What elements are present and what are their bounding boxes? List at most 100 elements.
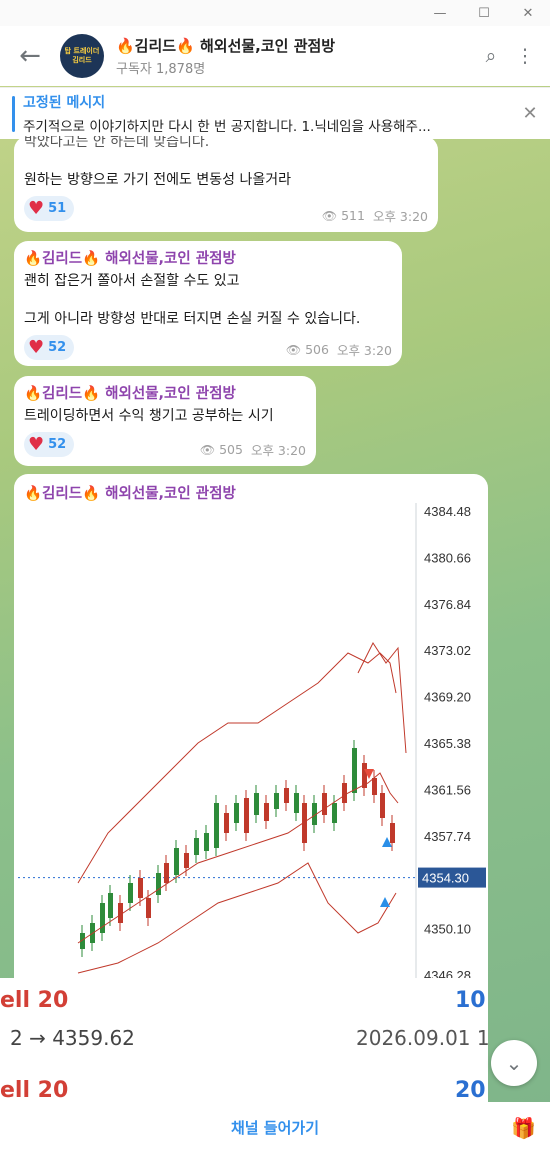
pinned-indicator bbox=[12, 95, 15, 132]
reaction-count: 52 bbox=[48, 437, 67, 452]
avatar[interactable]: 탑 트레이더 김리드 bbox=[60, 34, 104, 78]
message-line: 원하는 방향으로 가기 전에도 변동성 나올거라 bbox=[24, 172, 291, 188]
window-titlebar: — ☐ ✕ bbox=[0, 0, 550, 26]
search-icon[interactable]: ⌕ bbox=[474, 45, 508, 67]
view-count: 505 bbox=[219, 442, 243, 457]
message-meta: 👁 505 오후 3:20 bbox=[200, 440, 306, 459]
candle-body bbox=[332, 803, 337, 823]
quantity-label: 20 bbox=[455, 1078, 486, 1103]
minimize-icon[interactable]: — bbox=[418, 6, 462, 21]
candle-body bbox=[108, 893, 113, 918]
sell-label: ell 20 bbox=[0, 988, 69, 1013]
date-label: 2026.09.01 1 bbox=[356, 1026, 488, 1050]
chevron-down-icon: ⌄ bbox=[505, 1051, 523, 1075]
candle-body bbox=[184, 853, 189, 868]
message-time: 오후 3:20 bbox=[336, 343, 392, 358]
candle-body bbox=[234, 803, 239, 823]
chart-image-lower: ell 20 10 2 → 4359.62 2026.09.01 1 ell 2… bbox=[0, 978, 488, 1108]
y-tick-label: 4384.48 bbox=[424, 504, 471, 519]
heart-reaction[interactable]: ♥ 52 bbox=[24, 432, 75, 457]
back-arrow-icon[interactable]: ← bbox=[0, 41, 60, 71]
message-time: 오후 3:20 bbox=[372, 209, 428, 224]
y-tick-label: 4376.84 bbox=[424, 597, 471, 612]
candle-body bbox=[244, 798, 249, 833]
message-meta: 👁 506 오후 3:20 bbox=[286, 340, 392, 359]
heart-icon: ♥ bbox=[28, 434, 45, 455]
candle-body bbox=[156, 873, 161, 895]
chat-header: ← 탑 트레이더 김리드 🔥김리드🔥 해외선물,코인 관점방 구독자 1,878… bbox=[0, 26, 550, 86]
pinned-title: 고정된 메시지 bbox=[23, 95, 106, 111]
candle-body bbox=[204, 833, 209, 851]
chart-image[interactable]: 4384.48 4380.66 4376.84 4373.02 4369.20 4365.… bbox=[18, 503, 488, 983]
chat-title: 🔥김리드🔥 해외선물,코인 관점방 bbox=[116, 37, 336, 55]
heart-icon: ♥ bbox=[28, 337, 45, 358]
heart-reaction[interactable]: ♥ 52 bbox=[24, 335, 75, 360]
more-menu-icon[interactable]: ⋮ bbox=[508, 45, 542, 67]
message-sender[interactable]: 🔥김리드🔥 해외선물,코인 관점방 bbox=[24, 382, 306, 403]
candle-body bbox=[322, 793, 327, 815]
maximize-icon[interactable]: ☐ bbox=[462, 6, 506, 21]
middle-band bbox=[77, 772, 399, 944]
message-bubble[interactable]: 🔥김리드🔥 해외선물,코인 관점방 괜히 잡은거 쫄아서 손절할 수도 있고 그… bbox=[14, 241, 402, 366]
pinned-message[interactable]: 고정된 메시지 주기적으로 이야기하지만 다시 한 번 공지합니다. 1.닉네임… bbox=[0, 87, 550, 139]
candle-body bbox=[380, 793, 385, 818]
candle-body bbox=[294, 793, 299, 813]
heart-reaction[interactable]: ♥ 51 bbox=[24, 196, 75, 221]
message-bubble[interactable]: 박았다고는 안 하는데 맞습니다. 원하는 방향으로 가기 전에도 변동성 나올… bbox=[14, 136, 438, 232]
candle-body bbox=[224, 813, 229, 833]
y-tick-label: 4373.02 bbox=[424, 643, 471, 658]
candle-body bbox=[194, 838, 199, 855]
candle-body bbox=[390, 823, 395, 843]
candle-body bbox=[138, 878, 143, 898]
reaction-count: 52 bbox=[48, 340, 67, 355]
y-tick-label: 4380.66 bbox=[424, 550, 471, 565]
message-sender[interactable]: 🔥김리드🔥 해외선물,코인 관점방 bbox=[24, 247, 392, 268]
message-time: 오후 3:20 bbox=[250, 443, 306, 458]
gift-icon[interactable]: 🎁 bbox=[511, 1116, 536, 1140]
upper-band bbox=[77, 652, 397, 884]
candle-body bbox=[164, 863, 169, 883]
sell-label: ell 20 bbox=[0, 1078, 69, 1103]
candle-body bbox=[264, 803, 269, 821]
y-tick-label: 4365.38 bbox=[424, 736, 471, 751]
pinned-close-icon[interactable]: ✕ bbox=[510, 103, 550, 124]
spike-line bbox=[357, 641, 407, 754]
message-meta: 👁 511 오후 3:20 bbox=[322, 206, 428, 225]
candle-body bbox=[342, 783, 347, 803]
message-line: 박았다고는 안 하는데 맞습니다. bbox=[24, 136, 210, 150]
candle-body bbox=[372, 778, 377, 795]
subscriber-count: 구독자 1,878명 bbox=[116, 62, 206, 77]
view-count: 506 bbox=[305, 342, 329, 357]
buy-arrow bbox=[380, 897, 390, 907]
candlestick-chart: 4384.48 4380.66 4376.84 4373.02 4369.20 4365.… bbox=[18, 503, 486, 983]
y-tick-label: 4369.20 bbox=[424, 690, 471, 705]
views-icon: 👁 bbox=[321, 209, 338, 223]
candle-body bbox=[254, 793, 259, 815]
view-count: 511 bbox=[341, 208, 365, 223]
message-line bbox=[24, 152, 428, 170]
message-line: 그게 아니라 방향성 반대로 터지면 손실 커질 수 있습니다. bbox=[24, 311, 361, 327]
candle-body bbox=[274, 793, 279, 809]
message-line bbox=[24, 291, 392, 309]
message-bubble[interactable]: 🔥김리드🔥 해외선물,코인 관점방 트레이딩하면서 수익 챙기고 공부하는 시기… bbox=[14, 376, 316, 466]
candle-body bbox=[352, 748, 357, 793]
candle-body bbox=[100, 903, 105, 933]
message-sender[interactable]: 🔥김리드🔥 해외선물,코인 관점방 bbox=[24, 482, 478, 503]
pinned-text: 주기적으로 이야기하지만 다시 한 번 공지합니다. 1.닉네임을 사용해주..… bbox=[23, 119, 431, 135]
views-icon: 👁 bbox=[199, 443, 216, 457]
message-line: 트레이딩하면서 수익 챙기고 공부하는 시기 bbox=[24, 408, 274, 424]
candle-body bbox=[128, 883, 133, 903]
y-tick-label: 4350.10 bbox=[424, 922, 471, 937]
candle-body bbox=[214, 803, 219, 848]
join-channel-button[interactable]: 채널 들어가기 bbox=[231, 1117, 319, 1138]
price-change-label: 2 → 4359.62 bbox=[10, 1026, 135, 1050]
message-line: 괜히 잡은거 쫄아서 손절할 수도 있고 bbox=[24, 273, 240, 289]
close-window-icon[interactable]: ✕ bbox=[506, 6, 550, 21]
y-tick-label: 4361.56 bbox=[424, 782, 471, 797]
chat-info[interactable]: 🔥김리드🔥 해외선물,코인 관점방 구독자 1,878명 bbox=[116, 35, 474, 77]
lower-band bbox=[77, 862, 397, 974]
scroll-down-button[interactable]: ⌄ bbox=[491, 1040, 537, 1086]
candle-body bbox=[284, 788, 289, 803]
avatar-text: 탑 트레이더 김리드 bbox=[64, 47, 100, 64]
views-icon: 👁 bbox=[285, 343, 302, 357]
